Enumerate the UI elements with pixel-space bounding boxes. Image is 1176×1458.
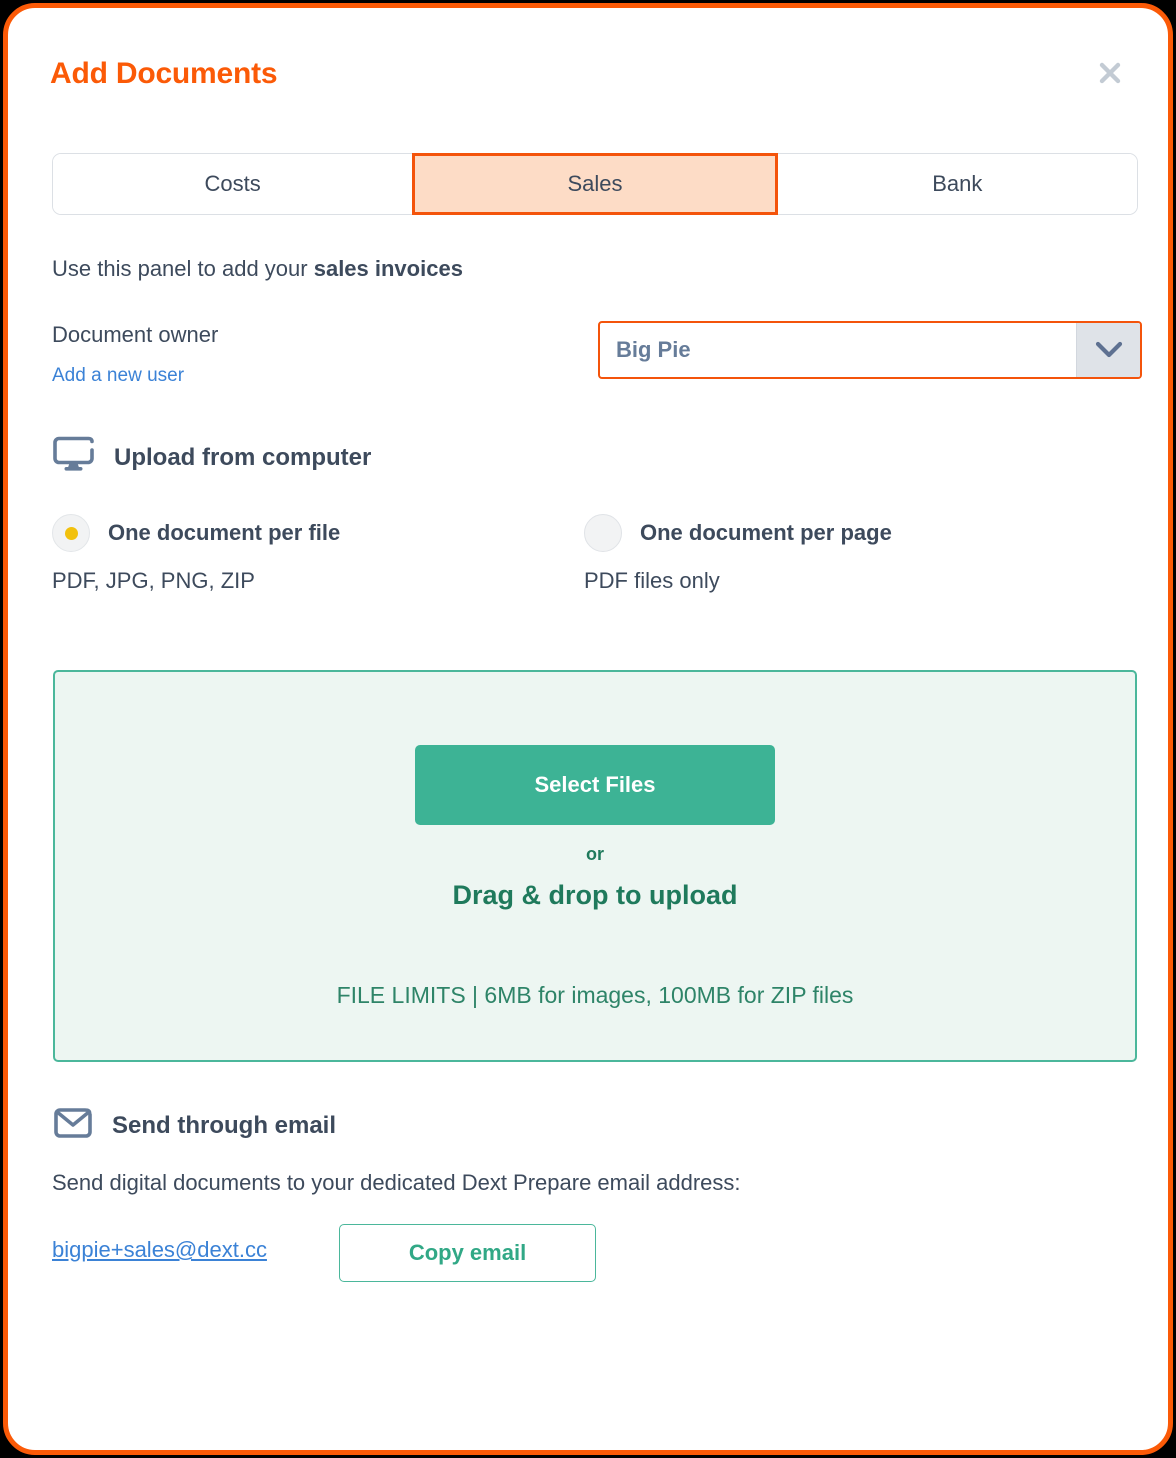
panel-description: Use this panel to add your sales invoice… — [52, 256, 463, 282]
email-section-heading: Send through email — [52, 1104, 336, 1147]
document-owner-selected-value: Big Pie — [616, 337, 691, 362]
page-title: Add Documents — [50, 57, 278, 90]
upload-section-heading: Upload from computer — [52, 436, 371, 479]
document-owner-select[interactable]: Big Pie — [598, 321, 1142, 379]
email-description: Send digital documents to your dedicated… — [52, 1170, 741, 1195]
add-new-user-link[interactable]: Add a new user — [52, 365, 184, 387]
close-icon[interactable] — [1092, 55, 1128, 91]
upload-mode-option-per-file[interactable]: One document per file PDF, JPG, PNG, ZIP — [52, 514, 340, 594]
dedicated-email-address-link[interactable]: bigpie+sales@dext.cc — [52, 1237, 267, 1263]
tab-bank[interactable]: Bank — [777, 154, 1137, 214]
tab-costs-label: Costs — [204, 171, 261, 196]
dropzone-drag-label: Drag & drop to upload — [452, 880, 738, 910]
radio-per-page-label: One document per page — [640, 520, 892, 545]
radio-selected-dot — [64, 526, 78, 540]
radio-per-file[interactable] — [52, 514, 90, 552]
radio-per-page-sub: PDF files only — [584, 568, 720, 593]
select-files-button[interactable]: Select Files — [415, 745, 775, 825]
radio-per-file-label: One document per file — [108, 520, 341, 545]
file-dropzone[interactable]: Select Files or Drag & drop to upload FI… — [53, 670, 1137, 1062]
panel-description-emphasis: sales invoices — [313, 256, 463, 281]
upload-mode-option-per-page[interactable]: One document per page PDF files only — [584, 514, 892, 594]
document-type-tabs: Costs Sales Bank — [52, 153, 1138, 215]
modal-body: Add Documents Costs Sales Bank Use this … — [8, 8, 1168, 1450]
tab-bank-label: Bank — [932, 171, 983, 196]
copy-email-button[interactable]: Copy email — [339, 1224, 596, 1282]
radio-per-page[interactable] — [584, 514, 622, 552]
tab-sales-label: Sales — [567, 171, 623, 196]
chevron-down-icon[interactable] — [1076, 323, 1140, 377]
radio-per-file-sub: PDF, JPG, PNG, ZIP — [52, 568, 255, 593]
monitor-icon — [52, 436, 98, 479]
dropzone-file-limits: FILE LIMITS | 6MB for images, 100MB for … — [336, 982, 854, 1008]
panel-description-prefix: Use this panel to add your — [52, 256, 314, 281]
upload-section-title: Upload from computer — [114, 443, 372, 471]
tab-sales[interactable]: Sales — [412, 153, 778, 215]
email-section-title: Send through email — [112, 1111, 337, 1139]
document-owner-label: Document owner — [52, 322, 219, 347]
envelope-icon — [52, 1104, 96, 1147]
dropzone-or-label: or — [586, 844, 604, 864]
add-documents-modal: Add Documents Costs Sales Bank Use this … — [3, 3, 1173, 1455]
tab-costs[interactable]: Costs — [53, 154, 413, 214]
